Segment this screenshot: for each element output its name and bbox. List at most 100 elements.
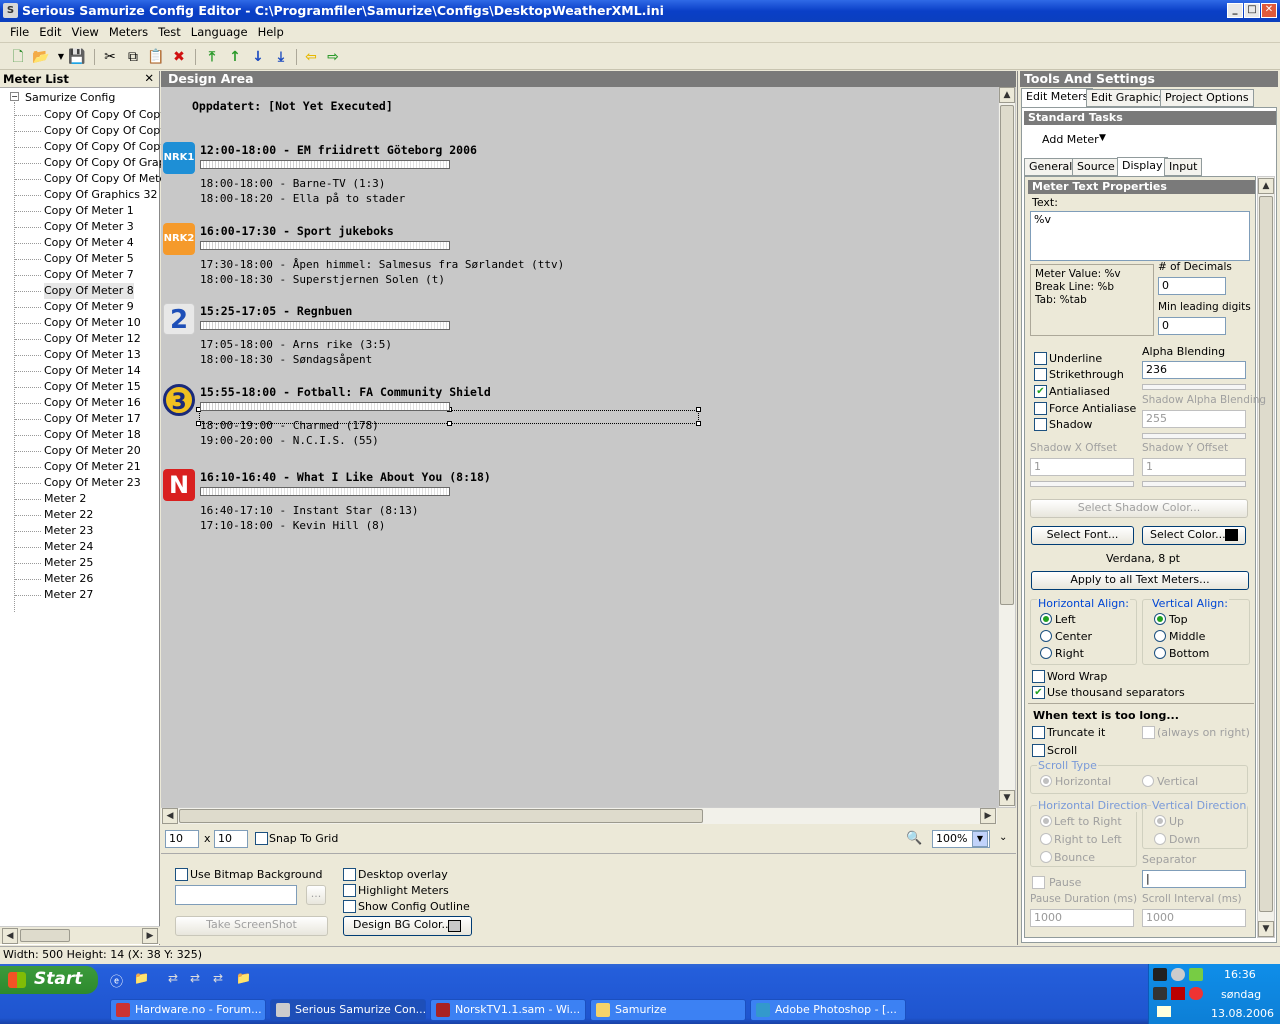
meter-list-item[interactable]: Copy Of Meter 20 (44, 443, 141, 459)
use-bitmap-checkbox[interactable] (175, 868, 188, 881)
scroll-vertical-radio[interactable] (1142, 775, 1154, 787)
desktop-overlay-checkbox[interactable] (343, 868, 356, 881)
alpha-blending-input[interactable]: 236 (1142, 361, 1246, 379)
close-icon[interactable]: ✕ (144, 71, 154, 85)
delete-icon[interactable]: ✖ (170, 48, 188, 66)
snap-to-grid-checkbox[interactable] (255, 832, 268, 845)
tab-display[interactable]: Display (1117, 157, 1168, 177)
taskbar-item[interactable]: Adobe Photoshop - [... (750, 999, 906, 1021)
taskbar-item[interactable]: Serious Samurize Con... (270, 999, 426, 1021)
tree-root[interactable]: Samurize Config (25, 91, 115, 104)
meter-list-item[interactable]: Meter 25 (44, 555, 93, 571)
meter-list-item[interactable]: Copy Of Meter 16 (44, 395, 141, 411)
tab-edit-graphics[interactable]: Edit Graphics (1086, 89, 1170, 107)
tray-speaker-icon[interactable] (1171, 968, 1185, 981)
force-antialiase-checkbox[interactable] (1034, 402, 1047, 415)
show-config-outline-checkbox[interactable] (343, 900, 356, 913)
tools-vscrollbar[interactable]: ▲ ▼ (1257, 176, 1275, 938)
grid-y-input[interactable]: 10 (214, 830, 248, 848)
decimals-input[interactable]: 0 (1158, 277, 1226, 295)
tray-app-icon[interactable] (1153, 968, 1167, 981)
folder-icon[interactable]: 📁 (134, 971, 149, 985)
take-screenshot-button[interactable]: Take ScreenShot (175, 916, 328, 936)
always-on-right-checkbox[interactable] (1142, 726, 1155, 739)
scroll-left-icon[interactable]: ◀ (162, 808, 178, 824)
tray-app-icon[interactable] (1171, 987, 1185, 1000)
close-button[interactable]: ✕ (1261, 3, 1277, 18)
select-color-button[interactable]: Select Color... (1142, 526, 1246, 545)
halign-center-radio[interactable] (1040, 630, 1052, 642)
vdir-down-radio[interactable] (1154, 833, 1166, 845)
vdir-up-radio[interactable] (1154, 815, 1166, 827)
scroll-left-icon[interactable]: ◀ (2, 928, 18, 944)
zoom-dropdown-icon[interactable]: ▼ (972, 831, 988, 847)
meter-list-item[interactable]: Meter 23 (44, 523, 93, 539)
app-icon[interactable]: ⇄ (213, 971, 223, 985)
hdir-rtl-radio[interactable] (1040, 833, 1052, 845)
scroll-horizontal-radio[interactable] (1040, 775, 1052, 787)
meter-list-item[interactable]: Copy Of Copy Of Copy (44, 123, 167, 139)
scroll-up-icon[interactable]: ▲ (1258, 178, 1274, 194)
browse-button[interactable]: ... (306, 885, 326, 905)
scroll-thumb[interactable] (1000, 105, 1014, 605)
shadow-alpha-slider[interactable] (1142, 433, 1246, 439)
meter-list-item[interactable]: Meter 26 (44, 571, 93, 587)
chevron-down-icon[interactable]: ⌄ (999, 832, 1007, 843)
meter-list-hscrollbar[interactable]: ◀ ▶ (0, 926, 160, 944)
tab-general[interactable]: General (1024, 158, 1078, 176)
meter-list-item[interactable]: Meter 24 (44, 539, 93, 555)
shadow-x-slider[interactable] (1030, 481, 1134, 487)
design-bg-color-button[interactable]: Design BG Color... (343, 916, 472, 936)
hdir-bounce-radio[interactable] (1040, 851, 1052, 863)
valign-bottom-radio[interactable] (1154, 647, 1166, 659)
word-wrap-checkbox[interactable] (1032, 670, 1045, 683)
leading-digits-input[interactable]: 0 (1158, 317, 1226, 335)
shadow-x-input[interactable]: 1 (1030, 458, 1134, 476)
shadow-y-input[interactable]: 1 (1142, 458, 1246, 476)
meter-text-input[interactable]: %v (1030, 211, 1250, 261)
valign-middle-radio[interactable] (1154, 630, 1166, 642)
scroll-interval-input[interactable]: 1000 (1142, 909, 1246, 927)
meter-list-item[interactable]: Copy Of Meter 18 (44, 427, 141, 443)
menu-view[interactable]: View (67, 22, 104, 39)
meter-list-item[interactable]: Copy Of Meter 23 (44, 475, 141, 491)
scroll-up-icon[interactable]: ▲ (999, 87, 1015, 103)
meter-list-item[interactable]: Copy Of Meter 21 (44, 459, 141, 475)
thousand-separators-checkbox[interactable]: ✔ (1032, 686, 1045, 699)
meter-list-item[interactable]: Copy Of Meter 4 (44, 235, 134, 251)
app-icon[interactable]: ⇄ (190, 971, 200, 985)
select-shadow-color-button[interactable]: Select Shadow Color... (1030, 499, 1248, 518)
scroll-thumb[interactable] (1259, 196, 1273, 912)
meter-list-item[interactable]: Copy Of Meter 3 (44, 219, 134, 235)
tab-edit-meters[interactable]: Edit Meters (1021, 88, 1094, 108)
add-meter-button[interactable]: Add Meter (1042, 133, 1099, 146)
meter-list-item[interactable]: Copy Of Meter 17 (44, 411, 141, 427)
tray-app-icon[interactable] (1189, 987, 1203, 1000)
pause-checkbox[interactable] (1032, 876, 1045, 889)
taskbar-item[interactable]: NorskTV1.1.sam - Wi... (430, 999, 586, 1021)
meter-list-item[interactable]: Meter 27 (44, 587, 93, 603)
menu-edit[interactable]: Edit (34, 22, 66, 39)
move-top-icon[interactable]: ⤒ (203, 48, 221, 66)
menu-meters[interactable]: Meters (104, 22, 153, 39)
shadow-y-slider[interactable] (1142, 481, 1246, 487)
highlight-meters-checkbox[interactable] (343, 884, 356, 897)
start-button[interactable]: Start (0, 966, 98, 994)
move-up-icon[interactable]: ↑ (226, 48, 244, 66)
app-icon[interactable]: ⇄ (168, 971, 178, 985)
valign-top-radio[interactable] (1154, 613, 1166, 625)
tray-app-icon[interactable] (1153, 987, 1167, 1000)
scroll-down-icon[interactable]: ▼ (999, 790, 1015, 806)
scroll-down-icon[interactable]: ▼ (1258, 921, 1274, 937)
taskbar-item[interactable]: Samurize (590, 999, 746, 1021)
scroll-right-icon[interactable]: ▶ (142, 928, 158, 944)
folder-icon[interactable]: 📁 (236, 971, 251, 985)
scroll-thumb[interactable] (20, 929, 70, 942)
meter-list-item[interactable]: Copy Of Meter 10 (44, 315, 141, 331)
minimize-button[interactable]: _ (1227, 3, 1243, 18)
underline-checkbox[interactable] (1034, 352, 1047, 365)
shadow-alpha-input[interactable]: 255 (1142, 410, 1246, 428)
apply-all-text-meters-button[interactable]: Apply to all Text Meters... (1031, 571, 1249, 590)
tray-mail-icon[interactable] (1157, 1006, 1171, 1017)
pause-duration-input[interactable]: 1000 (1030, 909, 1134, 927)
